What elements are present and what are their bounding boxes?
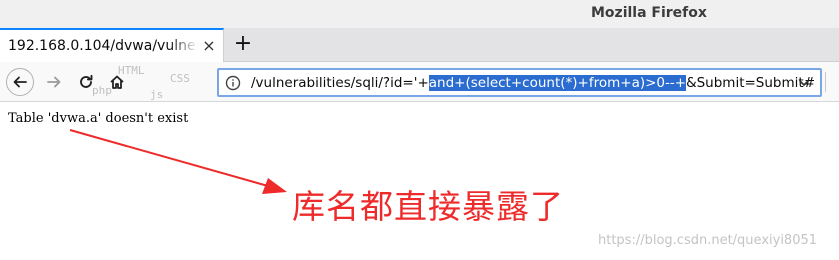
back-button[interactable] — [6, 68, 34, 96]
home-icon — [110, 75, 124, 89]
theme-word-4: js — [150, 88, 164, 101]
tab-active[interactable]: 192.168.0.104/dvwa/vulnerabilities/sqli/… — [0, 28, 224, 62]
watermark: https://blog.csdn.net/quexiyi8051 — [598, 233, 818, 248]
url-suffix: &Submit=Submit# — [686, 75, 816, 91]
annotation-text: 库名都直接暴露了 — [292, 187, 564, 226]
tab-strip: 192.168.0.104/dvwa/vulnerabilities/sqli/… — [0, 28, 839, 62]
error-message: Table 'dvwa.a' doesn't exist — [8, 111, 189, 126]
theme-word-2: CSS — [170, 72, 190, 85]
forward-arrow-icon — [47, 76, 61, 88]
reload-button[interactable] — [72, 68, 100, 96]
new-tab-button[interactable]: + — [231, 32, 255, 56]
toolbar-overflow-edge — [825, 72, 839, 92]
url-prefix: /vulnerabilities/sqli/?id='+ — [251, 75, 429, 91]
tab-title: 192.168.0.104/dvwa/vulnerabilities/sqli/ — [8, 38, 198, 54]
url-text[interactable]: /vulnerabilities/sqli/?id='+and+(select+… — [251, 73, 815, 93]
home-button[interactable] — [103, 68, 131, 96]
reload-icon — [80, 74, 93, 88]
chevron-down-icon[interactable] — [797, 76, 811, 90]
url-selected-text: and+(select+count(*)+from+a)>0--+ — [428, 75, 687, 91]
window-titlebar: Mozilla Firefox — [0, 0, 839, 28]
info-icon[interactable] — [225, 75, 241, 91]
arrow-head — [262, 178, 287, 194]
forward-button[interactable] — [40, 68, 68, 96]
arrow-shaft — [69, 129, 269, 187]
tab-close-icon[interactable]: × — [200, 37, 218, 55]
navigation-toolbar: HTML CSS php js /vulnerabilities/sqli/?i… — [0, 62, 839, 102]
window-title: Mozilla Firefox — [591, 5, 707, 21]
address-bar[interactable]: /vulnerabilities/sqli/?id='+and+(select+… — [217, 68, 822, 97]
back-arrow-icon — [13, 76, 27, 88]
